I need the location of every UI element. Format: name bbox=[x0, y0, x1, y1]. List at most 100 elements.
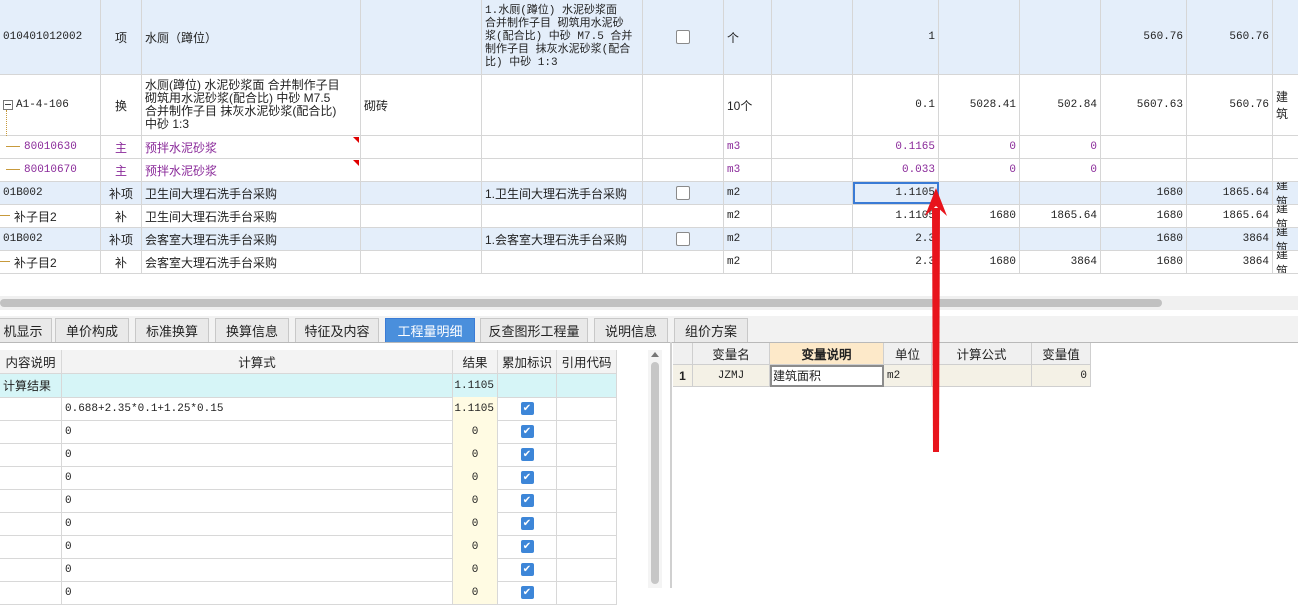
unit-cell[interactable]: m2 bbox=[724, 251, 772, 273]
formula-cell[interactable]: 0 bbox=[62, 535, 453, 558]
desc-cell[interactable] bbox=[0, 397, 62, 420]
table-row[interactable]: A1-4-106 换 水厕(蹲位) 水泥砂浆面 合并制作子目 砌筑用水泥砂浆(配… bbox=[0, 75, 1298, 136]
feature-cell[interactable]: 1.水厕(蹲位) 水泥砂浆面 合并制作子目 砌筑用水泥砂 浆(配合比) 中砂 M… bbox=[482, 0, 643, 74]
comp-total-cell[interactable]: 1865.64 bbox=[1187, 182, 1273, 204]
formula-cell[interactable]: 0 bbox=[62, 512, 453, 535]
unit-cell[interactable]: m3 bbox=[724, 136, 772, 158]
col-header-result[interactable]: 结果 bbox=[453, 350, 498, 373]
tab-reverse-graphic[interactable]: 反查图形工程量 bbox=[480, 318, 588, 342]
calc-row[interactable]: 0 0 ✔ bbox=[0, 443, 617, 467]
desc-cell[interactable] bbox=[0, 489, 62, 512]
spec-cell[interactable] bbox=[361, 136, 482, 158]
checkbox-checked-icon[interactable]: ✔ bbox=[520, 540, 534, 553]
type-cell[interactable]: 补 bbox=[101, 205, 142, 227]
feature-cell[interactable] bbox=[482, 136, 643, 158]
comp-price-cell[interactable]: 1680 bbox=[1101, 251, 1187, 273]
qty-cell[interactable]: 0.1165 bbox=[853, 136, 939, 158]
expr-cell[interactable] bbox=[772, 75, 853, 135]
name-cell[interactable]: 会客室大理石洗手台采购 bbox=[142, 251, 361, 273]
code-cell[interactable]: 补子目2 bbox=[0, 251, 101, 273]
accumulate-cell[interactable]: ✔ bbox=[498, 466, 557, 489]
calc-row[interactable]: 0.688+2.35*0.1+1.25*0.15 1.1105 ✔ bbox=[0, 397, 617, 421]
code-cell[interactable]: A1-4-106 bbox=[0, 75, 101, 135]
comp-price-cell[interactable] bbox=[1101, 159, 1187, 181]
comp-total-cell[interactable]: 3864 bbox=[1187, 251, 1273, 273]
accumulate-cell[interactable]: ✔ bbox=[498, 420, 557, 443]
scroll-up-icon[interactable] bbox=[651, 352, 659, 357]
feature-cell[interactable] bbox=[482, 159, 643, 181]
calc-summary-row[interactable]: 计算结果 1.1105 bbox=[0, 374, 617, 398]
output-cell[interactable] bbox=[643, 205, 724, 227]
calc-row[interactable]: 0 0 ✔ bbox=[0, 512, 617, 536]
formula-cell[interactable]: 0.688+2.35*0.1+1.25*0.15 bbox=[62, 397, 453, 420]
table-row[interactable]: 01B002 补项 会客室大理石洗手台采购 1.会客室大理石洗手台采购 m2 2… bbox=[0, 228, 1298, 251]
comp-price-cell[interactable]: 1680 bbox=[1101, 182, 1187, 204]
desc-cell[interactable] bbox=[0, 581, 62, 604]
formula-cell[interactable]: 0 bbox=[62, 558, 453, 581]
code-cell[interactable]: 01B002 bbox=[0, 182, 101, 204]
total-cell[interactable]: 3864 bbox=[1020, 251, 1101, 273]
formula-cell[interactable]: 0 bbox=[62, 466, 453, 489]
table-row[interactable]: 80010670 主 预拌水泥砂浆 m3 0.033 0 0 bbox=[0, 159, 1298, 182]
total-cell[interactable] bbox=[1020, 0, 1101, 74]
price-cell[interactable] bbox=[939, 228, 1020, 250]
qty-cell[interactable]: 1 bbox=[853, 0, 939, 74]
unit-cell[interactable]: 10个 bbox=[724, 75, 772, 135]
checkbox-checked-icon[interactable]: ✔ bbox=[520, 471, 534, 484]
price-cell[interactable]: 0 bbox=[939, 159, 1020, 181]
ref-code-cell[interactable] bbox=[557, 443, 617, 466]
formula-cell[interactable] bbox=[62, 374, 453, 397]
unit-cell[interactable]: m3 bbox=[724, 159, 772, 181]
col-header-formula[interactable]: 计算公式 bbox=[932, 343, 1032, 365]
price-cell[interactable]: 1680 bbox=[939, 205, 1020, 227]
accumulate-cell[interactable]: ✔ bbox=[498, 512, 557, 535]
tab-unit-price[interactable]: 单价构成 bbox=[55, 318, 129, 342]
vertical-scrollbar[interactable] bbox=[648, 350, 662, 588]
code-cell[interactable]: 补子目2 bbox=[0, 205, 101, 227]
accumulate-cell[interactable] bbox=[498, 374, 557, 397]
comp-price-cell[interactable]: 1680 bbox=[1101, 205, 1187, 227]
qty-cell[interactable]: 1.1105 bbox=[853, 205, 939, 227]
col-header-formula[interactable]: 计算式 bbox=[62, 350, 453, 373]
formula-cell[interactable]: 0 bbox=[62, 489, 453, 512]
ref-code-cell[interactable] bbox=[557, 535, 617, 558]
unit-cell[interactable]: m2 bbox=[724, 205, 772, 227]
col-header-var-desc[interactable]: 变量说明 bbox=[770, 343, 884, 365]
table-row[interactable]: 01B002 补项 卫生间大理石洗手台采购 1.卫生间大理石洗手台采购 m2 1… bbox=[0, 182, 1298, 205]
desc-cell[interactable] bbox=[0, 558, 62, 581]
comp-price-cell[interactable]: 5607.63 bbox=[1101, 75, 1187, 135]
price-cell[interactable] bbox=[939, 0, 1020, 74]
comp-price-cell[interactable] bbox=[1101, 136, 1187, 158]
feature-cell[interactable] bbox=[482, 251, 643, 273]
specialty-cell[interactable]: 建筑 bbox=[1273, 228, 1298, 250]
type-cell[interactable]: 主 bbox=[101, 159, 142, 181]
scrollbar-thumb[interactable] bbox=[651, 362, 659, 584]
formula-cell[interactable]: 0 bbox=[62, 581, 453, 604]
accumulate-cell[interactable]: ✔ bbox=[498, 443, 557, 466]
expr-cell[interactable] bbox=[772, 159, 853, 181]
price-cell[interactable]: 0 bbox=[939, 136, 1020, 158]
code-cell[interactable]: 80010630 bbox=[0, 136, 101, 158]
comp-total-cell[interactable] bbox=[1187, 136, 1273, 158]
output-cell[interactable] bbox=[643, 159, 724, 181]
price-cell[interactable]: 5028.41 bbox=[939, 75, 1020, 135]
calc-row[interactable]: 0 0 ✔ bbox=[0, 581, 617, 605]
calc-row[interactable]: 0 0 ✔ bbox=[0, 466, 617, 490]
tab-description[interactable]: 说明信息 bbox=[594, 318, 668, 342]
expr-cell[interactable] bbox=[772, 0, 853, 74]
checkbox-checked-icon[interactable]: ✔ bbox=[520, 494, 534, 507]
specialty-cell[interactable]: 建筑 bbox=[1273, 205, 1298, 227]
scrollbar-thumb[interactable] bbox=[0, 299, 1162, 307]
spec-cell[interactable] bbox=[361, 251, 482, 273]
unit-cell[interactable]: 个 bbox=[724, 0, 772, 74]
var-value-cell[interactable]: 0 bbox=[1032, 365, 1091, 387]
spec-cell[interactable]: 砌砖 bbox=[361, 75, 482, 135]
expr-cell[interactable] bbox=[772, 228, 853, 250]
type-cell[interactable]: 补项 bbox=[101, 228, 142, 250]
calc-row[interactable]: 0 0 ✔ bbox=[0, 558, 617, 582]
formula-cell[interactable]: 0 bbox=[62, 443, 453, 466]
tab-standard-conversion[interactable]: 标准换算 bbox=[135, 318, 209, 342]
qty-cell[interactable]: 0.1 bbox=[853, 75, 939, 135]
table-row[interactable]: 80010630 主 预拌水泥砂浆 m3 0.1165 0 0 bbox=[0, 136, 1298, 159]
desc-cell[interactable] bbox=[0, 512, 62, 535]
